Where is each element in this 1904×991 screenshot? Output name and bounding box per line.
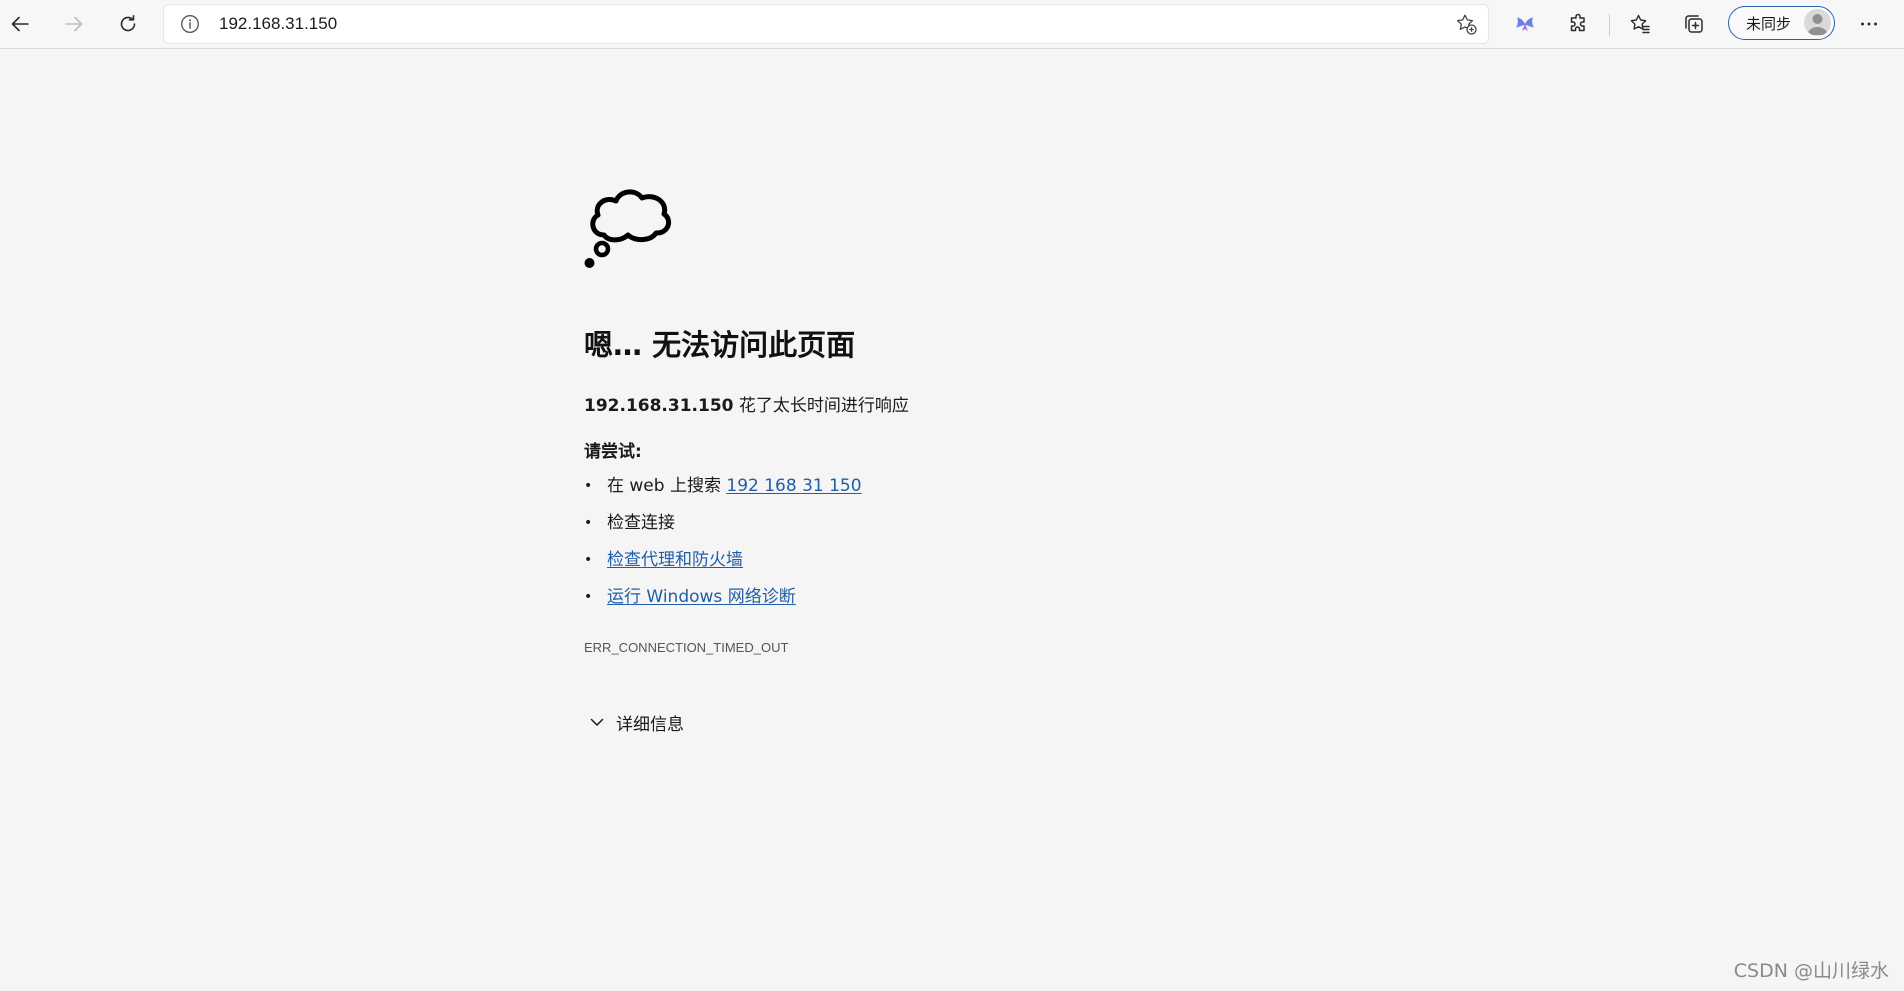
error-code: ERR_CONNECTION_TIMED_OUT [584, 640, 789, 655]
bullet: • [584, 478, 593, 494]
info-icon[interactable] [178, 12, 202, 36]
suggestion-list: • 在 web 上搜索 192 168 31 150 • 检查连接 • 检查代理… [584, 474, 862, 622]
avatar-icon [1804, 9, 1831, 36]
collections-icon [1682, 12, 1706, 36]
extensions-button[interactable] [1561, 6, 1597, 42]
error-reason: 192.168.31.150 花了太长时间进行响应 [584, 391, 909, 416]
check-proxy-firewall-link[interactable]: 检查代理和防火墙 [607, 550, 743, 570]
suggestion-check-connection-text: 检查连接 [607, 513, 675, 533]
suggestion-network-diagnostics: • 运行 Windows 网络诊断 [584, 585, 862, 622]
suggestion-check-connection: • 检查连接 [584, 511, 862, 548]
collections-button[interactable] [1676, 6, 1712, 42]
address-bar[interactable]: 192.168.31.150 [164, 5, 1488, 43]
run-network-diagnostics-link[interactable]: 运行 Windows 网络诊断 [607, 587, 796, 607]
watermark: CSDN @山川绿水 [1733, 960, 1889, 982]
suggestion-proxy-firewall: • 检查代理和防火墙 [584, 548, 862, 585]
profile-sync-label: 未同步 [1746, 14, 1792, 33]
copilot-icon [1513, 12, 1537, 36]
bullet: • [584, 552, 593, 568]
error-reason-text: 花了太长时间进行响应 [733, 396, 909, 416]
search-web-link[interactable]: 192 168 31 150 [726, 476, 861, 496]
chevron-down-icon [584, 709, 610, 735]
details-label: 详细信息 [616, 714, 684, 735]
browser-toolbar: 192.168.31.150 未同步 [0, 0, 1904, 49]
refresh-button[interactable] [110, 6, 146, 42]
forward-button[interactable] [56, 6, 92, 42]
back-button[interactable] [2, 6, 38, 42]
profile-sync-button[interactable]: 未同步 [1728, 6, 1835, 40]
back-arrow-icon [9, 13, 31, 35]
copilot-button[interactable] [1507, 6, 1543, 42]
url-text[interactable]: 192.168.31.150 [219, 5, 337, 43]
add-favorite-icon[interactable] [1454, 12, 1478, 36]
forward-arrow-icon [63, 13, 85, 35]
suggestion-search-prefix: 在 web 上搜索 [607, 476, 727, 496]
more-menu-button[interactable] [1851, 6, 1887, 42]
toolbar-divider [1609, 14, 1610, 36]
refresh-icon [117, 13, 139, 35]
puzzle-icon [1567, 12, 1591, 36]
error-heading: 嗯… 无法访问此页面 [584, 328, 856, 362]
bullet: • [584, 589, 593, 605]
favorites-star-icon [1628, 12, 1652, 36]
more-icon [1858, 13, 1880, 35]
error-host: 192.168.31.150 [584, 396, 734, 416]
suggestion-search-web: • 在 web 上搜索 192 168 31 150 [584, 474, 862, 511]
bullet: • [584, 515, 593, 531]
details-toggle-button[interactable]: 详细信息 [584, 709, 684, 735]
favorites-button[interactable] [1622, 6, 1658, 42]
try-label: 请尝试: [584, 442, 642, 462]
thought-cloud-icon [584, 180, 674, 270]
